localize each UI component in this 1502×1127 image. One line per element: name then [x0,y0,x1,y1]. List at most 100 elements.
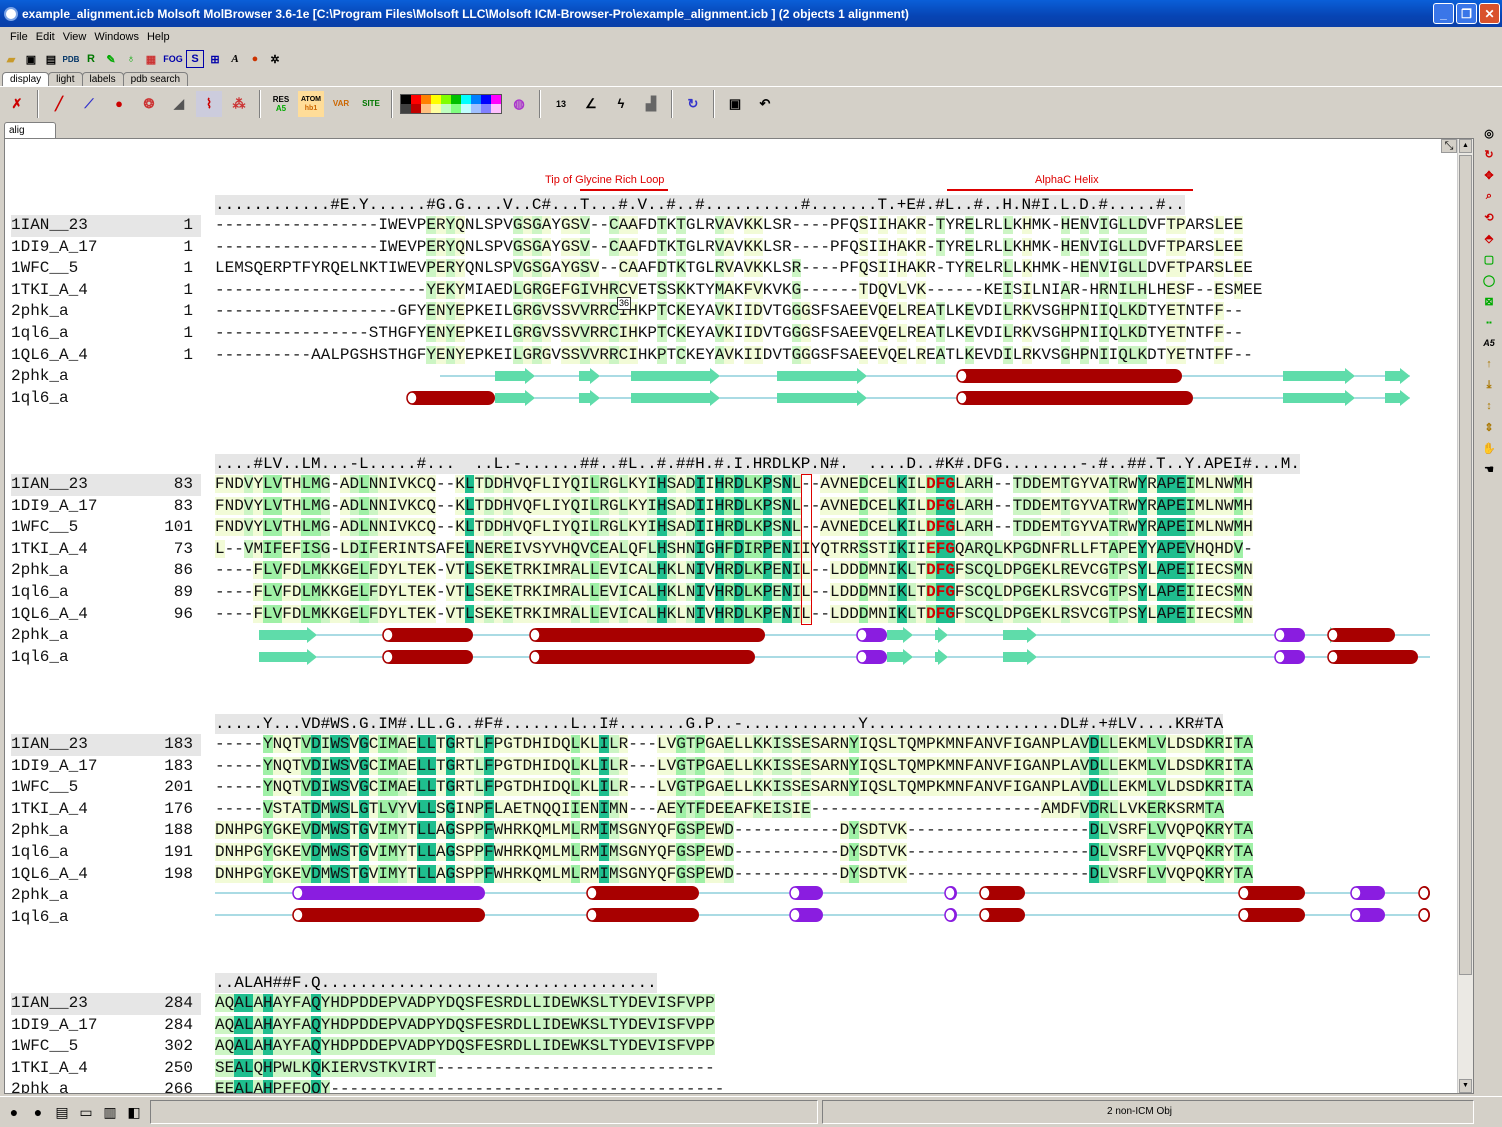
sequence-row[interactable]: FNDVYLVTHLMG-ADLNNIVKCQ--KLTDDHVQFLIYQIL… [215,474,1253,496]
surface-icon[interactable]: ◢ [166,91,192,117]
palette-swatch[interactable] [491,94,501,104]
site-label-icon[interactable]: SITE [358,91,384,117]
alignment-pane[interactable]: ............#E.Y......#G.G....V..C#...T.… [4,138,1474,1094]
tab-alignment[interactable]: alig [4,122,56,138]
palette-swatch[interactable] [491,103,501,113]
sequence-row[interactable]: -----YNQTVDIWSVGCIMAELLTGRTLFPGTDHIDQLKL… [215,734,1253,756]
select-box-icon[interactable]: ▢ [1480,250,1498,268]
palette-swatch[interactable] [411,94,421,104]
scroll-up-icon[interactable]: ▲ [1459,139,1472,153]
sequence-row[interactable]: ----FLVFDLMKKGELFDYLTEK-VTLSEKETRKIMRALL… [215,604,1253,626]
tab-display[interactable]: display [2,72,50,86]
stop-icon[interactable]: ● [28,1102,48,1122]
open-folder-icon[interactable]: ▰ [2,50,20,68]
menu-edit[interactable]: Edit [32,31,59,43]
select-sphere-icon[interactable]: ◯ [1480,271,1498,289]
palette-swatch[interactable] [481,94,491,104]
zoom-icon[interactable]: ⌕ [1480,187,1498,205]
rotate-icon[interactable]: ↻ [680,91,706,117]
sequence-row[interactable]: -----------------IWEVPERYQNLSPVGSGAYGSV-… [215,237,1244,259]
menu-help[interactable]: Help [143,31,174,43]
menu-view[interactable]: View [59,31,91,43]
palette-swatch[interactable] [421,94,431,104]
expand-corner-icon[interactable]: ⤡ [1441,139,1457,153]
atom-label-icon[interactable]: ATOM hb1 [298,90,324,117]
save-icon[interactable]: ▣ [22,50,40,68]
palette-swatch[interactable] [401,94,411,104]
clip-icon[interactable]: ⟲ [1480,208,1498,226]
maximize-button[interactable]: ❐ [1456,3,1477,24]
sequence-row[interactable]: DNHPGYGKEVDMWSTGVIMYTLLAGSPPFWHRKQMLMLRM… [215,842,1253,864]
clear-display-icon[interactable]: ✗ [4,91,30,117]
font-icon[interactable]: A [226,50,244,68]
translate-icon[interactable]: ✥ [1480,166,1498,184]
protein-surface-icon[interactable]: ▟ [638,91,664,117]
xstick-icon[interactable]: ⁂ [226,91,252,117]
ball-icon[interactable]: ● [106,91,132,117]
select-residue-icon[interactable]: ▪▪ [1480,313,1498,331]
sequence-row[interactable]: -----YNQTVDIWSVGCIMAELLTGRTLFPGTDHIDQLKL… [215,777,1253,799]
record-icon[interactable]: ● [4,1102,24,1122]
tab-pdb-search[interactable]: pdb search [122,72,189,86]
movie-icon[interactable]: ● [246,50,264,68]
undo-icon[interactable]: ↶ [752,91,778,117]
expand-icon[interactable]: ↕ [1480,397,1498,415]
sequence-row[interactable]: AQALAHAYFAQYHDPDDEPVADPYDQSFESRDLLIDEWKS… [215,1036,715,1058]
select-atom-icon[interactable]: ⊠ [1480,292,1498,310]
target-icon[interactable]: ◎ [1480,124,1498,142]
palette-swatch[interactable] [481,103,491,113]
hand-icon[interactable]: ✋ [1480,439,1498,457]
palette-swatch[interactable] [451,94,461,104]
res-label-icon[interactable]: RES A5 [268,91,294,117]
palette-swatch[interactable] [421,103,431,113]
stick-icon[interactable]: ⟋ [76,91,102,117]
sequence-row[interactable]: L--VMIFEFISG-LDIFERINTSAFELNEREIVSYVHQVC… [215,539,1253,561]
sequence-row[interactable]: -----VSTATDMWSLGTLVYVLLSGINPFLAETNQQIIEN… [215,799,1224,821]
sequence-row[interactable]: EEALAHPFFQQY----------------------------… [215,1079,724,1093]
sequence-row[interactable]: AQALAHAYFAQYHDPDDEPVADPYDQSFESRDLLIDEWKS… [215,993,715,1015]
palette-swatch[interactable] [461,94,471,104]
fog-icon[interactable]: FOG [162,50,184,68]
distance-icon[interactable]: 13 [548,91,574,117]
bulb-icon[interactable]: ♁ [122,50,140,68]
palette-swatch[interactable] [401,103,411,113]
palette-swatch[interactable] [441,103,451,113]
color-wheel-icon[interactable]: ◍ [506,91,532,117]
tab-labels[interactable]: labels [81,72,124,86]
save-image-icon[interactable]: ▣ [722,91,748,117]
r-icon[interactable]: R [82,50,100,68]
table-icon[interactable]: ⊞ [206,50,224,68]
angle-icon[interactable]: ∠ [578,91,604,117]
sequence-row[interactable]: ----------AALPGSHSTHGFYENYEPKEILGRGVSSVV… [215,345,1253,367]
vertical-scrollbar[interactable]: ▲ ▼ [1457,139,1473,1093]
grid-icon[interactable]: ▦ [142,50,160,68]
sequence-row[interactable]: ----FLVFDLMKKGELFDYLTEK-VTLSEKETRKIMRALL… [215,560,1253,582]
layers-icon[interactable]: ◧ [124,1102,144,1122]
sequence-row[interactable]: ----FLVFDLMKKGELFDYLTEK-VTLSEKETRKIMRALL… [215,582,1253,604]
cpk-icon[interactable]: ❂ [136,91,162,117]
sequence-row[interactable]: DNHPGYGKEVDMWSTGVIMYTLLAGSPPFWHRKQMLMLRM… [215,864,1253,886]
sequence-row[interactable]: DNHPGYGKEVDMWSTGVIMYTLLAGSPPFWHRKQMLMLRM… [215,820,1253,842]
select-label-icon[interactable]: A5 [1480,334,1498,352]
sequence-row[interactable]: FNDVYLVTHLMG-ADLNNIVKCQ--KLTDDHVQFLIYQIL… [215,517,1253,539]
center-icon[interactable]: ⬘ [1480,229,1498,247]
palette-swatch[interactable] [471,103,481,113]
close-button[interactable]: ✕ [1479,3,1500,24]
ribbon-icon[interactable]: ⌇ [196,90,222,117]
pan-icon[interactable]: ☚ [1480,460,1498,478]
palette-swatch[interactable] [461,103,471,113]
sequence-row[interactable]: -------------------GFYENYEPKEILGRGVSSVVR… [215,301,1243,323]
window-icon[interactable]: ▭ [76,1102,96,1122]
tab-light[interactable]: light [48,72,83,86]
pdb-fetch-icon[interactable]: PDB [62,50,80,68]
palette-swatch[interactable] [431,94,441,104]
palette-swatch[interactable] [411,103,421,113]
molecule-icon[interactable]: ✎ [102,50,120,68]
sequence-row[interactable]: AQALAHAYFAQYHDPDDEPVADPYDQSFESRDLLIDEWKS… [215,1015,715,1037]
scroll-down-icon[interactable]: ▼ [1459,1079,1472,1093]
sequence-row[interactable]: ----------------STHGFYENYEPKEILGRGVSSVVR… [215,323,1243,345]
panel-icon[interactable]: ▥ [100,1102,120,1122]
scroll-thumb[interactable] [1459,155,1472,975]
palette-swatch[interactable] [431,103,441,113]
menu-file[interactable]: File [6,31,32,43]
